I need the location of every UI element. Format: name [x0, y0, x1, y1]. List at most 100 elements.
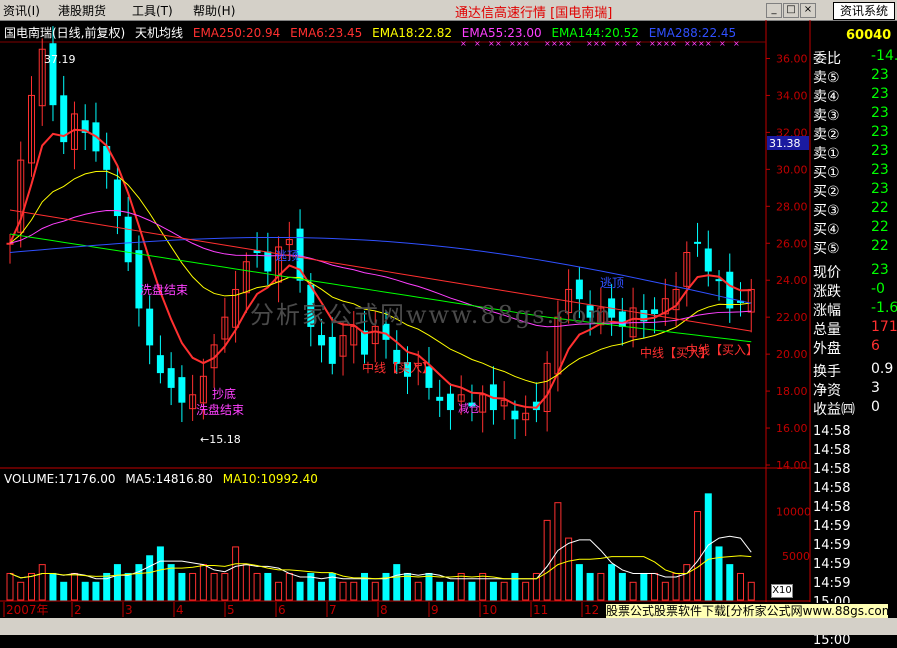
volume-bar	[350, 581, 358, 601]
volume-tick-label: 5000	[782, 550, 810, 563]
month-label: 4	[176, 603, 184, 617]
volume-bar	[178, 572, 186, 601]
quote-row: 涨幅 -1.6	[813, 300, 897, 320]
volume-tick-label: 10000	[776, 506, 811, 519]
tick-time: 14:59	[813, 538, 851, 553]
quote-row: 涨跌 -0	[813, 281, 885, 301]
candle-body	[715, 279, 723, 282]
quote-row-label: 买②	[813, 184, 840, 200]
volume-bar	[264, 572, 272, 601]
price-tick-label: 34.00	[776, 89, 808, 102]
volume-bar	[414, 581, 422, 601]
candle-body	[318, 335, 326, 346]
volume-bar	[242, 564, 250, 601]
quote-row: 卖⑤ 23	[813, 67, 889, 87]
quote-row-label: 净资	[813, 383, 841, 399]
quote-row: 总量 171	[813, 319, 897, 339]
candle-body	[146, 308, 154, 346]
volume-bar	[92, 581, 100, 601]
quote-row: 净资 3	[813, 380, 880, 400]
volume-bar	[296, 581, 304, 601]
volume-bar	[747, 581, 755, 601]
quote-row-label: 现价	[813, 265, 841, 281]
tick-time: 15:00	[813, 633, 851, 648]
candle-body	[704, 248, 712, 272]
candle-body	[446, 393, 454, 411]
quote-row: 买④ 22	[813, 219, 889, 239]
volume-bar	[403, 572, 411, 601]
tick-time: 14:58	[813, 500, 851, 515]
month-label: 11	[533, 603, 548, 617]
month-label: 12	[584, 603, 599, 617]
quote-row-label: 卖②	[813, 127, 840, 143]
month-label: 5	[227, 603, 235, 617]
volume-bar	[586, 572, 594, 601]
quote-row-label: 卖③	[813, 108, 840, 124]
volume-bar	[156, 546, 164, 601]
volume-ma10-line	[9, 555, 752, 580]
volume-bar	[49, 572, 57, 601]
quote-row-label: 卖⑤	[813, 70, 840, 86]
candle-body	[328, 336, 336, 364]
ema18-label: EMA18:22.82	[372, 26, 452, 40]
quote-row-label: 买①	[813, 165, 840, 181]
candle-body	[694, 241, 702, 244]
volume-bar	[38, 564, 46, 601]
candle-body	[178, 377, 186, 403]
current-price-value: 31.38	[769, 137, 801, 150]
tick-time: 14:58	[813, 481, 851, 496]
volume-bar	[715, 546, 723, 601]
stock-title: 国电南瑞(日线,前复权)	[4, 26, 126, 40]
volume-bar	[425, 572, 433, 601]
volume-header: VOLUME:17176.00 MA5:14816.80 MA10:10992.…	[4, 472, 324, 486]
volume-bar	[629, 581, 637, 601]
escape-top-label-2: 逃顶	[600, 276, 624, 290]
volume-bar	[199, 564, 207, 601]
quote-row-label: 卖①	[813, 146, 840, 162]
quote-row-value: 23	[871, 143, 889, 159]
volume-bar	[683, 564, 691, 601]
quote-row: 卖④ 23	[813, 86, 889, 106]
volume-bar	[446, 581, 454, 601]
ema288-label: EMA288:22.45	[648, 26, 737, 40]
volume-bar	[618, 572, 626, 601]
quote-row: 卖② 23	[813, 124, 889, 144]
volume-bar	[221, 572, 229, 601]
volume-bar	[339, 581, 347, 601]
volume-bar	[543, 519, 551, 601]
quote-row: 买⑤ 22	[813, 238, 889, 258]
quote-row-value: 0	[871, 399, 880, 415]
bottom-buy-label: 抄底	[212, 386, 236, 401]
candle-body	[618, 311, 626, 327]
volume-bar	[167, 564, 175, 601]
volume-bar	[436, 581, 444, 601]
volume-bar	[726, 564, 734, 601]
volume-bar	[103, 572, 111, 601]
quote-row-label: 买⑤	[813, 241, 840, 257]
candle-body	[264, 251, 272, 272]
month-label: 8	[380, 603, 388, 617]
quote-row-value: 22	[871, 219, 889, 235]
quote-row-label: 总量	[813, 322, 841, 338]
quote-row-value: 23	[871, 162, 889, 178]
volume-bar	[522, 581, 530, 601]
volume-bar	[704, 493, 712, 601]
quote-row-value: -1.6	[871, 300, 897, 316]
candle-body	[156, 355, 164, 374]
month-label: 9	[431, 603, 439, 617]
quote-row-label: 卖④	[813, 89, 840, 105]
price-tick-label: 16.00	[776, 422, 808, 435]
quote-row: 卖① 23	[813, 143, 889, 163]
mid-buy-label-3: 中线【买入】	[686, 342, 758, 357]
tick-time: 14:58	[813, 424, 851, 439]
ema144-label: EMA144:20.52	[551, 26, 639, 40]
price-tick-label: 20.00	[776, 348, 808, 361]
tick-time: 14:58	[813, 443, 851, 458]
volume-bar	[661, 581, 669, 601]
quote-row-value: 23	[871, 105, 889, 121]
mid-buy-label-1: 中线【买入】	[362, 360, 434, 375]
price-tick-label: 22.00	[776, 311, 808, 324]
ema55-label: EMA55:23.00	[461, 26, 542, 40]
quote-row-value: 0.9	[871, 361, 894, 377]
volume-scale-button[interactable]: X10	[771, 584, 793, 598]
